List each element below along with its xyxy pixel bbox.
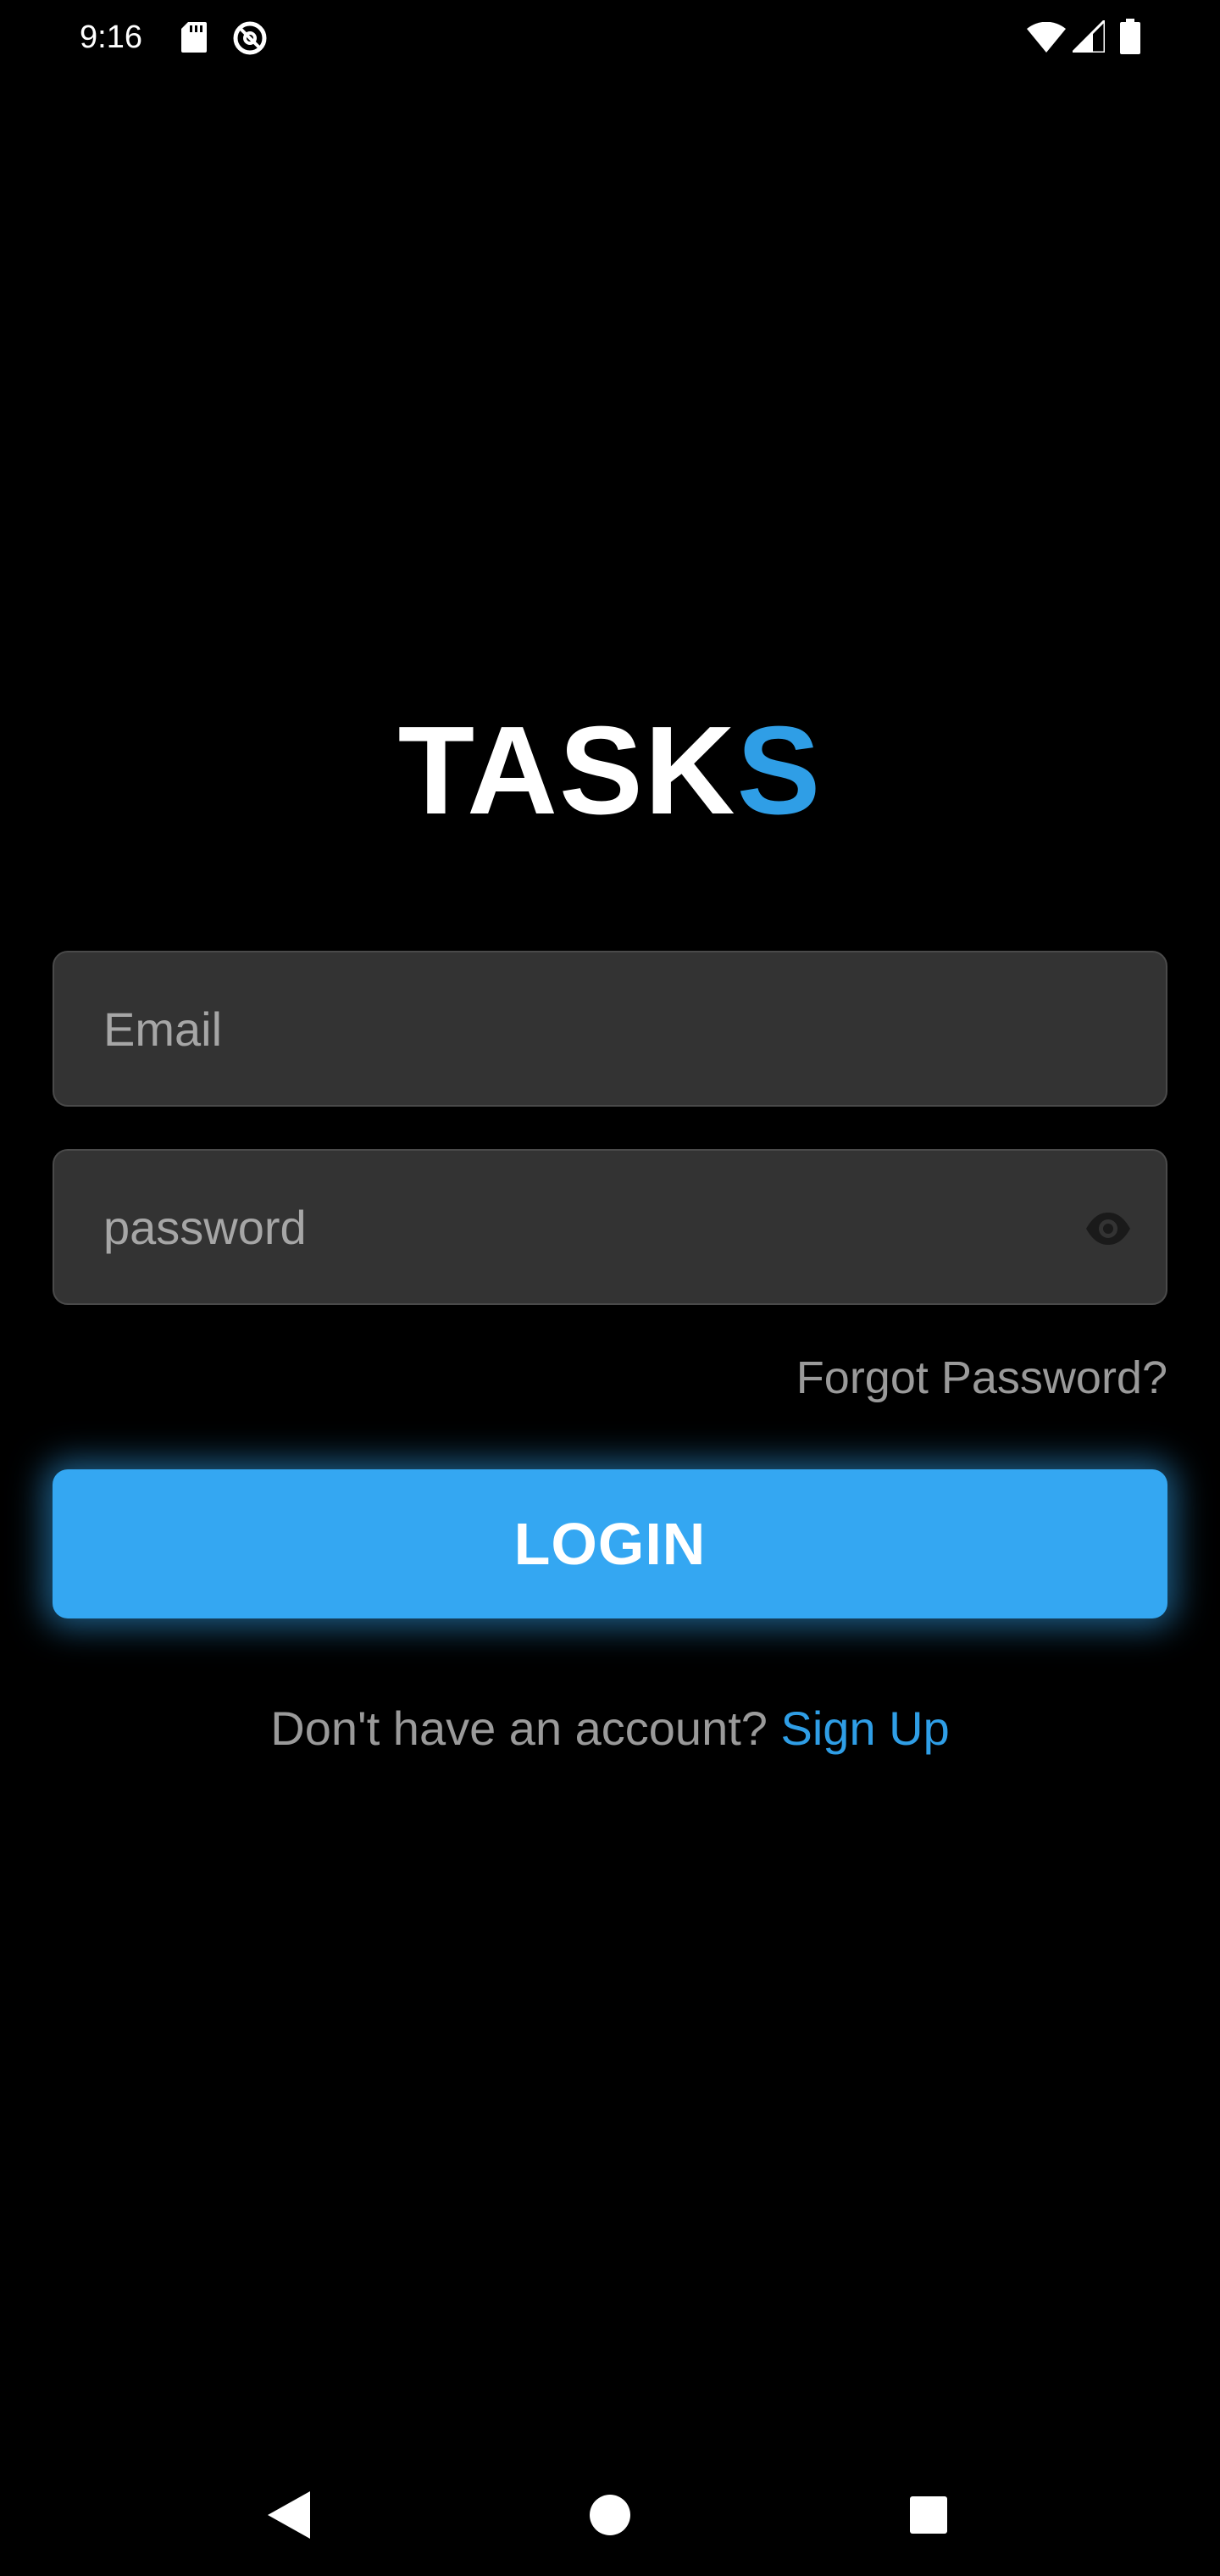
signup-prompt: Don't have an account? <box>270 1702 768 1755</box>
sd-card-icon <box>181 22 207 53</box>
home-icon[interactable] <box>590 2495 630 2535</box>
forgot-password-link[interactable]: Forgot Password? <box>796 1347 1167 1408</box>
password-field[interactable] <box>103 1151 1069 1303</box>
wifi-icon <box>1027 22 1066 53</box>
eye-icon[interactable] <box>1084 1205 1132 1252</box>
login-button[interactable]: LOGIN <box>53 1469 1167 1618</box>
app-logo: TASKS <box>0 703 1220 839</box>
status-time: 9:16 <box>80 19 142 55</box>
signup-row: Don't have an account? Sign Up <box>0 1698 1220 1759</box>
status-bar: 9:16 <box>0 0 1220 75</box>
battery-icon <box>1120 19 1140 54</box>
back-icon[interactable] <box>268 2491 310 2539</box>
login-screen: 9:16 TASKS Email Forgot Password? LOGIN … <box>0 0 1220 2576</box>
do-not-disturb-icon <box>233 21 267 55</box>
recents-icon[interactable] <box>910 2496 947 2534</box>
password-field-container <box>53 1149 1167 1305</box>
logo-text-accent: S <box>736 701 823 841</box>
email-field[interactable] <box>103 952 1069 1105</box>
logo-text-main: TASK <box>397 701 737 841</box>
cell-signal-icon <box>1073 20 1105 53</box>
signup-link[interactable]: Sign Up <box>781 1702 950 1755</box>
email-field-container <box>53 951 1167 1107</box>
